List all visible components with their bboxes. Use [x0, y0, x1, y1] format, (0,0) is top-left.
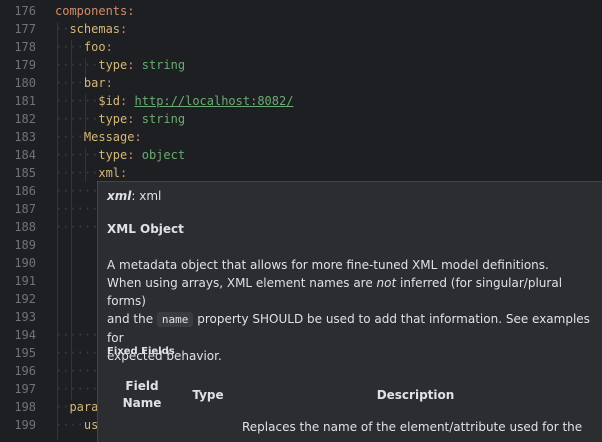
- code-line[interactable]: 182 ······type: string: [0, 110, 602, 128]
- yaml-key: type: [98, 58, 128, 72]
- colon: :: [105, 76, 113, 90]
- code-line[interactable]: 177 ··schemas:: [0, 20, 602, 38]
- table-cell-description: Replaces the name of the element/attribu…: [242, 420, 583, 434]
- yaml-value: string: [141, 112, 186, 126]
- line-number: 195: [14, 346, 36, 360]
- line-number: 198: [14, 400, 36, 414]
- popup-header-name: : xml: [131, 189, 162, 203]
- code-line[interactable]: 180 ····bar:: [0, 74, 602, 92]
- yaml-key: bar: [83, 76, 106, 90]
- line-number: 199: [14, 418, 36, 432]
- documentation-popup[interactable]: xml: xml XML Object A metadata object th…: [97, 181, 602, 442]
- line-number: 177: [14, 22, 36, 36]
- yaml-key: foo: [83, 40, 106, 54]
- popup-title: XML Object: [107, 222, 184, 236]
- description-line: expected behavior.: [107, 349, 222, 363]
- yaml-key: components: [55, 4, 128, 18]
- line-number: 190: [14, 256, 36, 270]
- description-text: When using arrays, XML element names are: [107, 276, 377, 290]
- yaml-key: type: [98, 148, 128, 162]
- line-number: 182: [14, 112, 36, 126]
- line-number: 187: [14, 202, 36, 216]
- colon: :: [120, 22, 128, 36]
- yaml-key: schemas: [69, 22, 121, 36]
- table-header-field-name: Field Name: [112, 378, 172, 412]
- line-number: 180: [14, 76, 36, 90]
- yaml-key: $id: [98, 94, 121, 108]
- line-number: 179: [14, 58, 36, 72]
- popup-header: xml: xml: [107, 188, 161, 204]
- colon: :: [127, 112, 135, 126]
- line-number: 191: [14, 274, 36, 288]
- colon: :: [120, 94, 128, 108]
- colon: :: [134, 130, 142, 144]
- popup-description: A metadata object that allows for more f…: [107, 256, 597, 365]
- line-number: 181: [14, 94, 36, 108]
- colon: :: [105, 40, 113, 54]
- code-line[interactable]: 176 components:: [0, 2, 602, 20]
- line-number: 183: [14, 130, 36, 144]
- line-number: 196: [14, 364, 36, 378]
- yaml-value: string: [141, 58, 186, 72]
- yaml-key: xml: [98, 166, 121, 180]
- colon: :: [127, 58, 135, 72]
- line-number: 188: [14, 220, 36, 234]
- colon: :: [127, 4, 135, 18]
- line-number: 184: [14, 148, 36, 162]
- description-line: When using arrays, XML element names are…: [107, 274, 597, 310]
- line-number: 186: [14, 184, 36, 198]
- line-number: 178: [14, 40, 36, 54]
- description-line: A metadata object that allows for more f…: [107, 258, 549, 272]
- yaml-value: object: [141, 148, 186, 162]
- colon: :: [127, 148, 135, 162]
- table-header-text: Name: [122, 396, 162, 410]
- url-link[interactable]: http://localhost:8082/: [135, 94, 294, 108]
- fixed-fields-heading: Fixed Fields: [107, 346, 175, 357]
- line-number: 189: [14, 238, 36, 252]
- line-number: 193: [14, 310, 36, 324]
- description-emphasis: not: [376, 276, 397, 290]
- colon: :: [120, 166, 128, 180]
- line-number: 194: [14, 328, 36, 342]
- code-line[interactable]: 185 ······xml:: [0, 164, 602, 182]
- table-header-type: Type: [192, 388, 224, 402]
- yaml-key: para: [69, 400, 99, 414]
- inline-code: name: [156, 312, 194, 327]
- line-number: 192: [14, 292, 36, 306]
- yaml-key: type: [98, 112, 128, 126]
- code-line[interactable]: 184 ······type: object: [0, 146, 602, 164]
- yaml-key: Message: [83, 130, 135, 144]
- popup-header-type: xml: [107, 189, 132, 203]
- line-number: 197: [14, 382, 36, 396]
- code-line[interactable]: 179 ······type: string: [0, 56, 602, 74]
- table-header-text: Field: [125, 379, 159, 393]
- code-line[interactable]: 181 ······$id: http://localhost:8082/: [0, 92, 602, 110]
- line-number: 176: [14, 4, 36, 18]
- code-line[interactable]: 178 ····foo:: [0, 38, 602, 56]
- description-line: and the name property SHOULD be used to …: [107, 310, 597, 347]
- table-header-description: Description: [376, 388, 455, 402]
- code-line[interactable]: 183 ····Message:: [0, 128, 602, 146]
- description-text: and the: [107, 312, 157, 326]
- line-number: 185: [14, 166, 36, 180]
